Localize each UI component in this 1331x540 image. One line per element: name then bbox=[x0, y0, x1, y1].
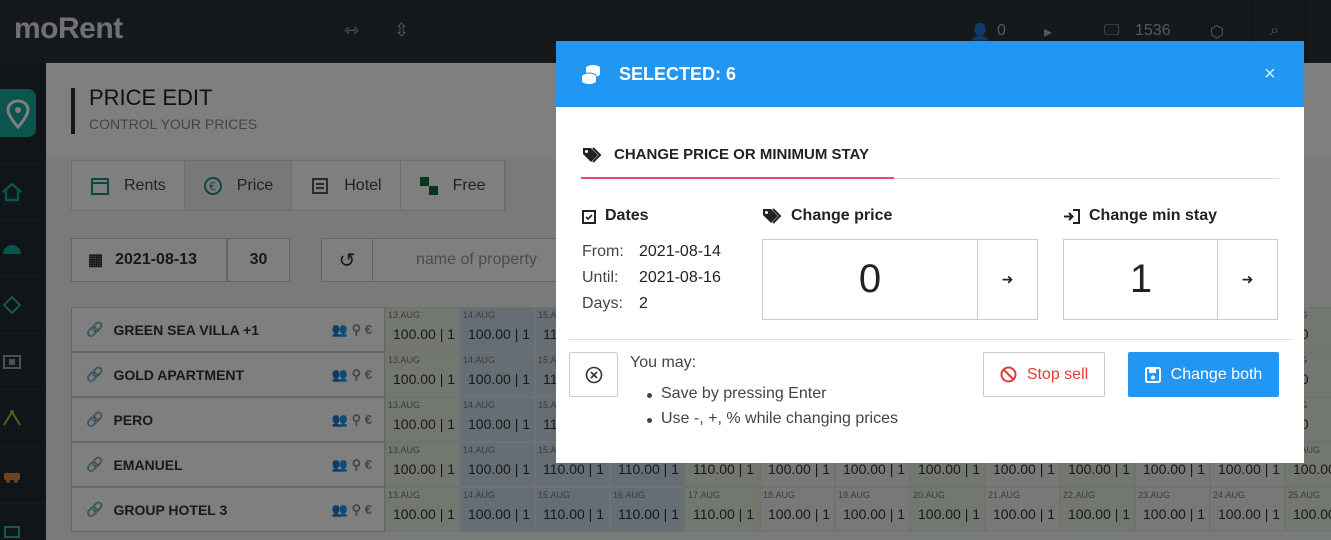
modal-title: SELECTED: 6 bbox=[619, 64, 737, 84]
stop-sell-label: Stop sell bbox=[1026, 365, 1089, 383]
help-list: Save by pressing Enter Use -, +, % while… bbox=[647, 385, 898, 435]
cancel-button[interactable] bbox=[569, 352, 618, 397]
change-price-label: Change price bbox=[762, 207, 892, 225]
arrow-right-icon: ➜ bbox=[1001, 271, 1014, 287]
stop-sell-button[interactable]: Stop sell bbox=[983, 352, 1105, 397]
change-price-modal: SELECTED: 6 × CHANGE PRICE OR MINIMUM ST… bbox=[556, 41, 1304, 463]
days-value: 2 bbox=[639, 295, 648, 312]
close-circle-icon bbox=[585, 366, 602, 383]
close-icon[interactable]: × bbox=[1264, 63, 1276, 86]
from-row: From: 2021-08-14 bbox=[582, 243, 721, 261]
from-label: From: bbox=[582, 243, 624, 260]
apply-price-button[interactable]: ➜ bbox=[977, 239, 1038, 320]
until-value: 2021-08-16 bbox=[639, 269, 721, 286]
min-stay-input[interactable]: 1 bbox=[1063, 239, 1219, 320]
modal-header: SELECTED: 6 × bbox=[556, 41, 1304, 107]
change-min-stay-label: Change min stay bbox=[1063, 207, 1217, 225]
help-item: Use -, +, % while changing prices bbox=[647, 410, 898, 435]
change-both-button[interactable]: Change both bbox=[1128, 352, 1279, 397]
dates-label-text: Dates bbox=[605, 207, 649, 224]
sign-in-icon bbox=[1064, 208, 1080, 224]
ban-icon bbox=[1000, 366, 1017, 383]
arrow-right-icon: ➜ bbox=[1241, 271, 1254, 287]
change-both-label: Change both bbox=[1170, 365, 1263, 383]
section-underline bbox=[581, 177, 894, 179]
help-heading: You may: bbox=[630, 354, 697, 371]
section-title: CHANGE PRICE OR MINIMUM STAY bbox=[582, 146, 869, 163]
save-icon bbox=[1144, 366, 1161, 383]
until-label: Until: bbox=[582, 269, 619, 286]
from-value: 2021-08-14 bbox=[639, 243, 721, 260]
divider bbox=[569, 339, 1291, 340]
tags-icon bbox=[763, 208, 782, 224]
apply-min-stay-button[interactable]: ➜ bbox=[1217, 239, 1278, 320]
coins-icon bbox=[581, 65, 600, 84]
price-input[interactable]: 0 bbox=[762, 239, 978, 320]
days-row: Days: 2 bbox=[582, 295, 648, 313]
change-price-label-text: Change price bbox=[791, 207, 893, 224]
help-item: Save by pressing Enter bbox=[647, 385, 898, 410]
section-title-text: CHANGE PRICE OR MINIMUM STAY bbox=[614, 146, 870, 163]
change-min-stay-label-text: Change min stay bbox=[1089, 207, 1218, 224]
tags-icon bbox=[583, 146, 602, 163]
calendar-check-icon bbox=[582, 209, 596, 224]
until-row: Until: 2021-08-16 bbox=[582, 269, 721, 287]
days-label: Days: bbox=[582, 295, 623, 312]
dates-label: Dates bbox=[582, 207, 649, 225]
